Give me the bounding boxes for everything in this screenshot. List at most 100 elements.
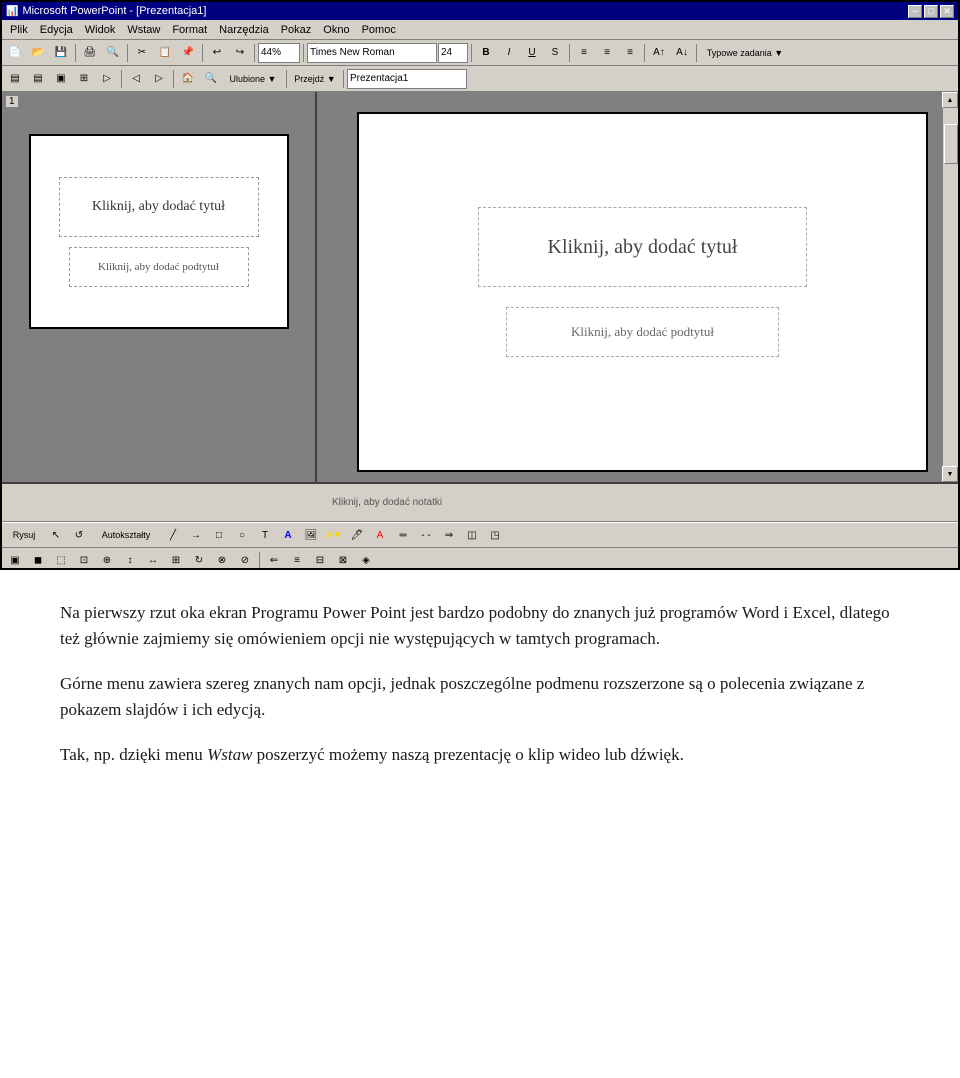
- dash-style-button[interactable]: - -: [415, 524, 437, 546]
- shadow-button[interactable]: S: [544, 42, 566, 64]
- clipart-button[interactable]: 🖼: [300, 524, 322, 546]
- goto-combo[interactable]: Przejdź ▼: [290, 68, 340, 90]
- typical-tasks-combo[interactable]: Typowe zadania ▼: [700, 42, 790, 64]
- oval-button[interactable]: ○: [231, 524, 253, 546]
- draw-btn2-4[interactable]: ⊡: [73, 550, 95, 571]
- draw-menu-button[interactable]: Rysuj: [4, 524, 44, 546]
- cut-button[interactable]: ✂: [131, 42, 153, 64]
- maximize-button[interactable]: □: [924, 5, 938, 18]
- thumb-title-placeholder[interactable]: Kliknij, aby dodać tytuł: [59, 177, 259, 237]
- scrollbar-thumb[interactable]: [944, 124, 958, 164]
- nav-fwd-button[interactable]: ▷: [148, 68, 170, 90]
- separator-v2: [173, 70, 174, 88]
- draw-btn2-10[interactable]: ⊗: [211, 550, 233, 571]
- scroll-down-button[interactable]: ▼: [942, 466, 958, 482]
- paragraph3: Tak, np. dzięki menu Wstaw poszerzyć moż…: [60, 742, 900, 768]
- scroll-up-button[interactable]: ▲: [942, 92, 958, 108]
- draw-btn2-12[interactable]: ⇐: [263, 550, 285, 571]
- open-button[interactable]: 📂: [27, 42, 49, 64]
- save-button[interactable]: 💾: [50, 42, 72, 64]
- decrease-font-button[interactable]: A↓: [671, 42, 693, 64]
- draw-btn2-11[interactable]: ⊘: [234, 550, 256, 571]
- thumb-subtitle-placeholder[interactable]: Kliknij, aby dodać podtytuł: [69, 247, 249, 287]
- menu-widok[interactable]: Widok: [79, 22, 122, 38]
- menu-wstaw[interactable]: Wstaw: [121, 22, 166, 38]
- line-button[interactable]: ╱: [162, 524, 184, 546]
- menu-okno[interactable]: Okno: [317, 22, 355, 38]
- font-size-combo[interactable]: [438, 43, 468, 63]
- view-normal-button[interactable]: ▤: [4, 68, 26, 90]
- shadow-style-button[interactable]: ◫: [461, 524, 483, 546]
- print-button[interactable]: 🖨: [79, 42, 101, 64]
- draw-btn2-13[interactable]: ≡: [286, 550, 308, 571]
- address-bar[interactable]: [347, 69, 467, 89]
- draw-btn2-1[interactable]: ▣: [4, 550, 26, 571]
- rect-button[interactable]: □: [208, 524, 230, 546]
- 3d-button[interactable]: ◳: [484, 524, 506, 546]
- line-color-button[interactable]: 🖊: [346, 524, 368, 546]
- paste-button[interactable]: 📌: [177, 42, 199, 64]
- separator4: [254, 44, 255, 62]
- favorites-combo[interactable]: Ulubione ▼: [223, 68, 283, 90]
- increase-font-button[interactable]: A↑: [648, 42, 670, 64]
- search-button[interactable]: 🔍: [200, 68, 222, 90]
- menu-pomoc[interactable]: Pomoc: [356, 22, 402, 38]
- align-left-button[interactable]: ≡: [573, 42, 595, 64]
- draw-btn2-16[interactable]: ◈: [355, 550, 377, 571]
- undo-button[interactable]: ↩: [206, 42, 228, 64]
- slide-canvas[interactable]: Kliknij, aby dodać tytuł Kliknij, aby do…: [357, 112, 928, 472]
- copy-button[interactable]: 📋: [154, 42, 176, 64]
- menu-plik[interactable]: Plik: [4, 22, 34, 38]
- line-style-button[interactable]: ═: [392, 524, 414, 546]
- bold-button[interactable]: B: [475, 42, 497, 64]
- rotate-button[interactable]: ↺: [68, 524, 90, 546]
- fill-color-button[interactable]: A▼: [323, 524, 345, 546]
- redo-button[interactable]: ↪: [229, 42, 251, 64]
- menu-edycja[interactable]: Edycja: [34, 22, 79, 38]
- minimize-button[interactable]: ─: [908, 5, 922, 18]
- font-color-button[interactable]: A: [369, 524, 391, 546]
- draw-btn2-8[interactable]: ⊞: [165, 550, 187, 571]
- draw-btn2-2[interactable]: ◼: [27, 550, 49, 571]
- draw-btn2-5[interactable]: ⊕: [96, 550, 118, 571]
- menu-narzedzia[interactable]: Narzędzia: [213, 22, 275, 38]
- textbox-button[interactable]: T: [254, 524, 276, 546]
- menu-pokaz[interactable]: Pokaz: [275, 22, 318, 38]
- font-name-combo[interactable]: [307, 43, 437, 63]
- autoshapes-button[interactable]: Autokształty: [91, 524, 161, 546]
- select-button[interactable]: ↖: [45, 524, 67, 546]
- wordart-button[interactable]: A: [277, 524, 299, 546]
- view-sorter-button[interactable]: ⊞: [73, 68, 95, 90]
- separator6: [471, 44, 472, 62]
- scrollbar-track[interactable]: [942, 108, 958, 466]
- draw-btn2-7[interactable]: ↔: [142, 550, 164, 571]
- nav-back-button[interactable]: ◁: [125, 68, 147, 90]
- view-slide-button[interactable]: ▣: [50, 68, 72, 90]
- home-button[interactable]: 🏠: [177, 68, 199, 90]
- view-show-button[interactable]: ▷: [96, 68, 118, 90]
- draw-btn2-15[interactable]: ⊠: [332, 550, 354, 571]
- menu-format[interactable]: Format: [166, 22, 213, 38]
- preview-button[interactable]: 🔍: [102, 42, 124, 64]
- italic-button[interactable]: I: [498, 42, 520, 64]
- toolbar-row2: ▤ ▤ ▣ ⊞ ▷ ◁ ▷ 🏠 🔍 Ulubione ▼ Przejdź ▼: [2, 66, 958, 92]
- align-center-button[interactable]: ≡: [596, 42, 618, 64]
- align-right-button[interactable]: ≡: [619, 42, 641, 64]
- draw-btn2-6[interactable]: ↕: [119, 550, 141, 571]
- close-button[interactable]: ✕: [940, 5, 954, 18]
- slide-thumbnail[interactable]: Kliknij, aby dodać tytuł Kliknij, aby do…: [29, 134, 289, 329]
- underline-button[interactable]: U: [521, 42, 543, 64]
- notes-area[interactable]: Kliknij, aby dodać notatki: [2, 482, 958, 522]
- draw-btn2-14[interactable]: ⊟: [309, 550, 331, 571]
- zoom-combo[interactable]: [258, 43, 300, 63]
- drawing-toolbar2: ▣ ◼ ⬚ ⊡ ⊕ ↕ ↔ ⊞ ↻ ⊗ ⊘ ⇐ ≡ ⊟ ⊠ ◈: [2, 548, 958, 570]
- view-outline-button[interactable]: ▤: [27, 68, 49, 90]
- new-button[interactable]: 📄: [4, 42, 26, 64]
- draw-btn2-9[interactable]: ↻: [188, 550, 210, 571]
- main-title-placeholder[interactable]: Kliknij, aby dodać tytuł: [478, 207, 807, 287]
- main-subtitle-placeholder[interactable]: Kliknij, aby dodać podtytuł: [506, 307, 778, 357]
- arrow-button[interactable]: →: [185, 524, 207, 546]
- main-area: 1 Kliknij, aby dodać tytuł Kliknij, aby …: [2, 92, 958, 482]
- draw-btn2-3[interactable]: ⬚: [50, 550, 72, 571]
- arrow-style-button[interactable]: ⇒: [438, 524, 460, 546]
